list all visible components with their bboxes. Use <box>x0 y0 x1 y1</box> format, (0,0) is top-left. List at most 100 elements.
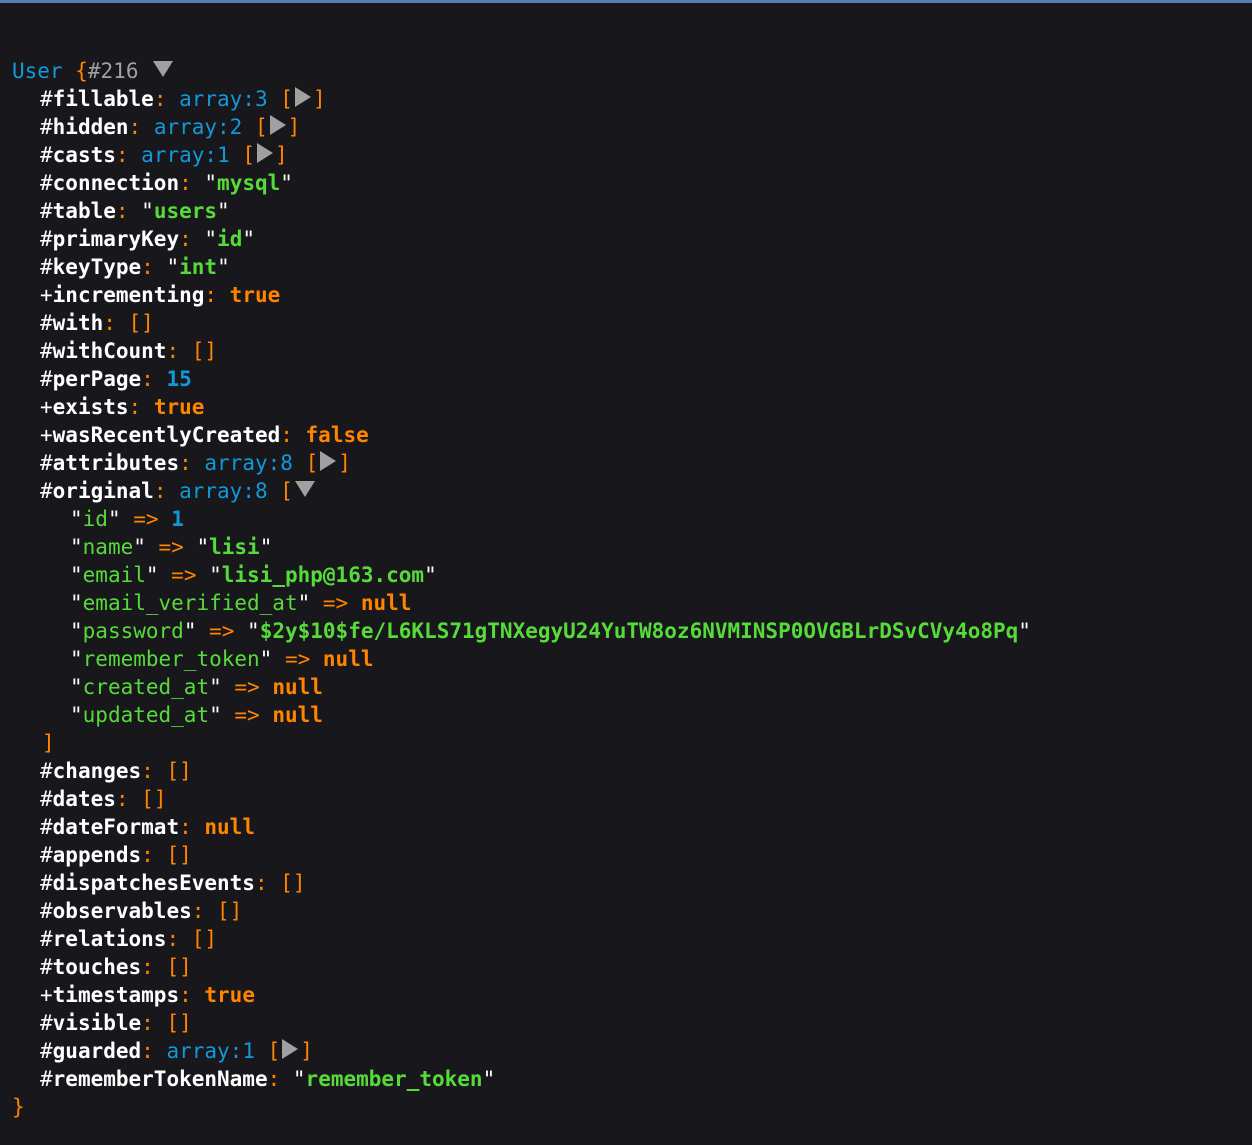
visibility-prefix: # <box>40 955 53 979</box>
arrow-token: => <box>145 535 197 559</box>
array-item-row: "id" => 1 <box>12 505 1252 533</box>
property-name: connection <box>52 171 180 195</box>
quote-mark: " <box>247 619 260 643</box>
colon-token: : <box>179 227 205 251</box>
triangle-right-icon[interactable] <box>269 115 286 135</box>
property-name: dispatchesEvents <box>52 871 255 895</box>
property-name: with <box>52 311 104 335</box>
visibility-prefix: # <box>40 843 53 867</box>
property-name: changes <box>52 759 142 783</box>
quote-mark: " <box>242 227 255 251</box>
bracket-open: [ <box>254 115 268 139</box>
colon-token: : <box>115 199 142 223</box>
quote-mark: " <box>204 171 218 195</box>
quote-mark: " <box>70 507 83 531</box>
quote-mark: " <box>297 591 311 615</box>
property-name: table <box>52 199 116 223</box>
triangle-down-icon[interactable] <box>153 61 174 77</box>
colon-token: : <box>141 955 167 979</box>
visibility-prefix: # <box>40 871 53 895</box>
visibility-prefix: # <box>40 115 53 139</box>
constant-value: false <box>305 423 369 447</box>
constant-value: null <box>360 591 412 615</box>
empty-array: [] <box>141 787 167 811</box>
quote-mark: " <box>70 563 83 587</box>
property-row: #hidden: array:2 [] <box>12 113 1252 141</box>
brace-open: { <box>75 59 88 83</box>
constant-value: null <box>272 675 323 699</box>
bracket-close: ] <box>42 731 55 755</box>
property-row: #dates: [] <box>12 785 1252 813</box>
visibility-prefix: # <box>40 227 53 251</box>
quote-mark: " <box>292 1067 306 1091</box>
property-name: appends <box>52 843 142 867</box>
visibility-prefix: # <box>40 899 53 923</box>
quote-mark: " <box>209 703 222 727</box>
quote-mark: " <box>209 563 222 587</box>
empty-array: [] <box>128 311 154 335</box>
quote-mark: " <box>133 535 146 559</box>
property-row: #guarded: array:1 [] <box>12 1037 1252 1065</box>
quote-mark: " <box>204 227 218 251</box>
quote-mark: " <box>217 255 230 279</box>
array-key: id <box>82 507 108 531</box>
property-name: touches <box>52 955 142 979</box>
string-value: mysql <box>217 171 281 195</box>
array-item-row: "email" => "lisi_php@163.com" <box>12 561 1252 589</box>
property-name: wasRecentlyCreated <box>52 423 281 447</box>
quote-mark: " <box>107 507 121 531</box>
string-value: lisi_php@163.com <box>221 563 425 587</box>
var-dump-panel: User {#216 #fillable: array:3 [] #hidden:… <box>0 0 1252 1119</box>
string-value: int <box>179 255 218 279</box>
triangle-right-icon[interactable] <box>320 451 337 471</box>
array-note: array:8 <box>179 479 268 503</box>
property-name: original <box>52 479 154 503</box>
bracket-open: [ <box>280 87 293 111</box>
bracket-open: [ <box>242 143 255 167</box>
bracket-open: [ <box>280 479 293 503</box>
property-row: #perPage: 15 <box>12 365 1252 393</box>
bracket-open: [ <box>305 451 319 475</box>
dump-header: User {#216 <box>12 57 1252 85</box>
quote-mark: " <box>280 171 293 195</box>
constant-value: null <box>272 703 323 727</box>
visibility-prefix: # <box>40 1039 53 1063</box>
string-value: id <box>217 227 243 251</box>
array-note: array:2 <box>153 115 243 139</box>
property-name: primaryKey <box>52 227 180 251</box>
colon-token: : <box>179 171 205 195</box>
triangle-right-icon[interactable] <box>282 1039 299 1059</box>
array-item-row: "name" => "lisi" <box>12 533 1252 561</box>
colon-token: : <box>179 451 205 475</box>
dump-footer: } <box>12 1093 1252 1121</box>
triangle-down-icon[interactable] <box>294 481 315 497</box>
quote-mark: " <box>70 591 83 615</box>
quote-mark: " <box>259 535 273 559</box>
property-name: dates <box>52 787 116 811</box>
property-row: #relations: [] <box>12 925 1252 953</box>
quote-mark: " <box>145 563 159 587</box>
string-value: $2y$10$fe/L6KLS71gTNXegyU24YuTW8oz6NVMIN… <box>259 619 1019 643</box>
property-row: #with: [] <box>12 309 1252 337</box>
visibility-prefix: # <box>40 367 53 391</box>
string-value: lisi <box>209 535 260 559</box>
property-name: fillable <box>52 87 154 111</box>
arrow-token: => <box>196 619 248 643</box>
property-name: keyType <box>52 255 142 279</box>
triangle-right-icon[interactable] <box>257 143 273 163</box>
visibility-prefix: # <box>40 199 53 223</box>
visibility-prefix: # <box>40 171 53 195</box>
array-note: array:3 <box>179 87 268 111</box>
triangle-right-icon[interactable] <box>294 87 311 107</box>
colon-token: : <box>141 1011 167 1035</box>
property-name: attributes <box>52 451 180 475</box>
colon-token: : <box>128 115 154 139</box>
visibility-prefix: # <box>40 479 53 503</box>
visibility-prefix: # <box>40 87 53 111</box>
property-name: exists <box>52 395 129 419</box>
quote-mark: " <box>1018 619 1031 643</box>
visibility-prefix: # <box>40 759 53 783</box>
